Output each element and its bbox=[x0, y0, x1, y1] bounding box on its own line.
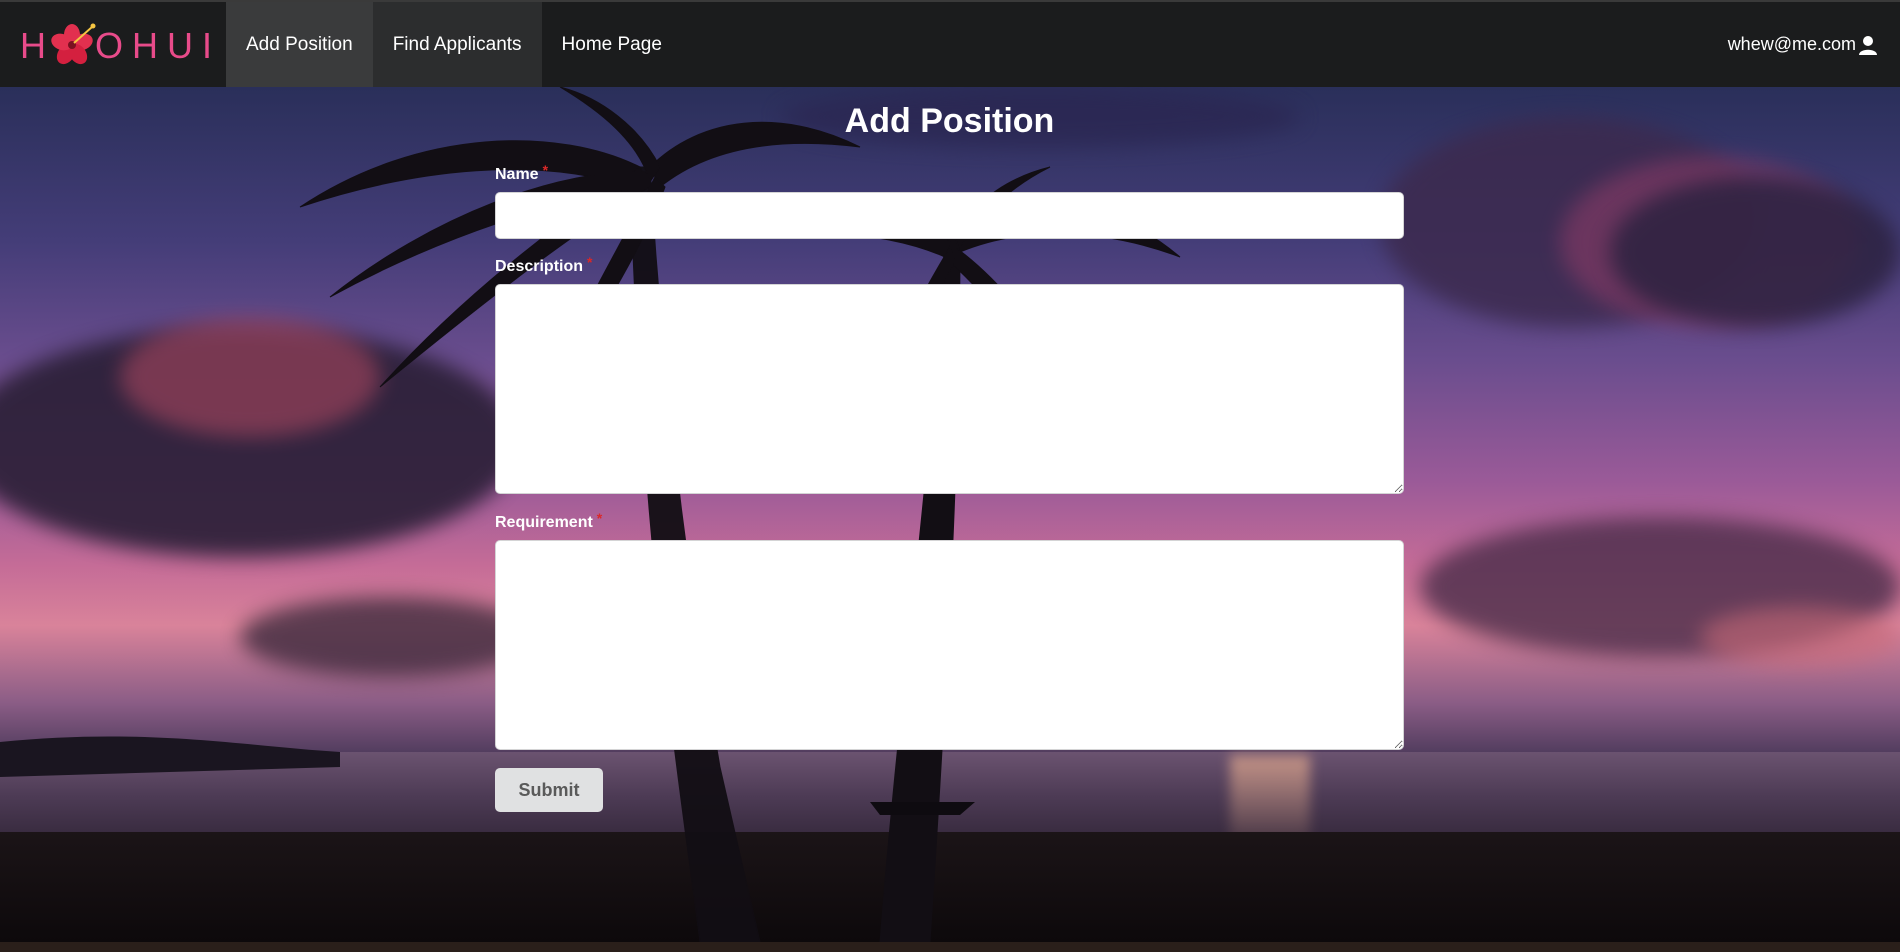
description-label-text: Description bbox=[495, 258, 584, 275]
user-menu[interactable]: whew@me.com bbox=[1728, 2, 1900, 87]
required-mark: * bbox=[596, 510, 603, 526]
requirement-textarea[interactable] bbox=[495, 540, 1404, 750]
requirement-label: Requirement * bbox=[495, 510, 1404, 532]
nav-add-position-label: Add Position bbox=[246, 33, 353, 55]
page-title: Add Position bbox=[844, 102, 1055, 140]
nav-home-page[interactable]: Home Page bbox=[542, 2, 682, 87]
nav-home-page-label: Home Page bbox=[561, 33, 662, 55]
required-mark: * bbox=[542, 162, 549, 178]
top-navbar: H OHUI Add Position Find Applicants Home… bbox=[0, 0, 1900, 87]
brand-logo[interactable]: H OHUI bbox=[0, 2, 226, 87]
name-label: Name * bbox=[495, 162, 1404, 184]
name-label-text: Name bbox=[495, 166, 539, 183]
nav-add-position[interactable]: Add Position bbox=[226, 2, 373, 87]
description-label: Description * bbox=[495, 254, 1404, 276]
user-icon bbox=[1859, 35, 1877, 55]
svg-text:H: H bbox=[20, 25, 52, 66]
name-input[interactable] bbox=[495, 192, 1404, 239]
requirement-label-text: Requirement bbox=[495, 514, 593, 531]
description-textarea[interactable] bbox=[495, 284, 1404, 494]
svg-text:OHUI: OHUI bbox=[95, 25, 210, 66]
bottom-strip bbox=[0, 942, 1900, 952]
submit-button[interactable]: Submit bbox=[495, 768, 603, 812]
hibiscus-logo-icon: H OHUI bbox=[20, 23, 210, 66]
add-position-form: Add Position Name * Description * Requir… bbox=[495, 100, 1404, 812]
required-mark: * bbox=[587, 254, 593, 270]
nav-find-applicants[interactable]: Find Applicants bbox=[372, 2, 542, 87]
nav-find-applicants-label: Find Applicants bbox=[392, 33, 522, 55]
user-email: whew@me.com bbox=[1727, 34, 1856, 54]
